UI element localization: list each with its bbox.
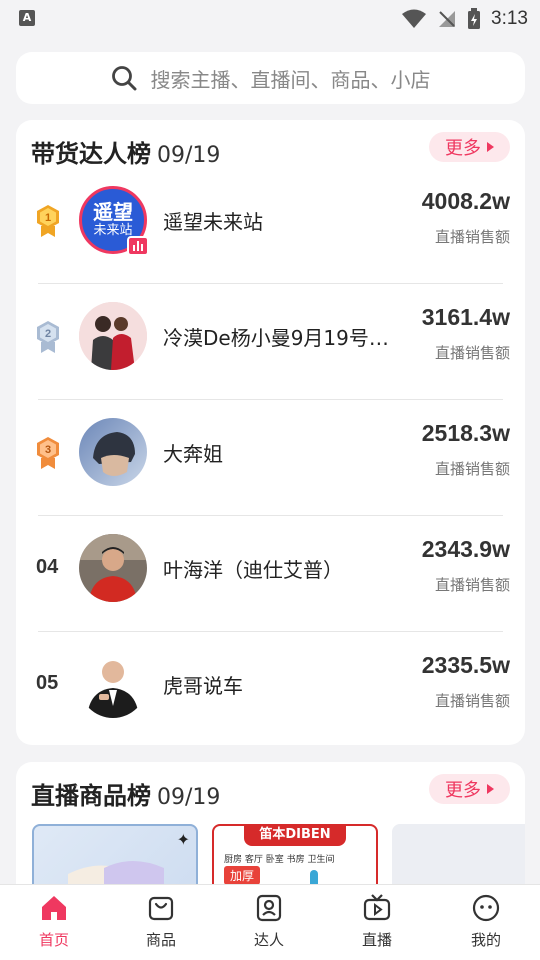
product-board-title: 直播商品榜 09/19 <box>31 782 221 810</box>
product-subtext: 厨房 客厅 卧室 书房 卫生间 <box>224 855 335 865</box>
play-arrow-icon <box>487 142 494 152</box>
product-brand-banner: 笛本DIBEN <box>244 824 346 846</box>
ranking-row[interactable]: 3 大奔姐 2518.3w 直播销售额 <box>16 400 525 516</box>
product-tag: 加厚 <box>224 866 261 885</box>
avatar[interactable] <box>79 650 147 718</box>
status-icons: 3:13 <box>401 6 528 32</box>
nav-label: 首页 <box>38 931 69 949</box>
status-bar: A 3:13 <box>0 0 540 38</box>
seller-board-title: 带货达人榜 09/19 <box>31 140 221 168</box>
search-icon <box>111 66 136 91</box>
notification-app-icon: A <box>19 10 35 26</box>
seller-name: 遥望未来站 <box>163 210 263 234</box>
home-icon <box>42 896 66 920</box>
sales-amount: 2518.3w <box>421 420 510 446</box>
nav-profile[interactable]: 我的 <box>446 893 526 953</box>
bottom-nav: 首页 商品 达人 直播 我的 <box>0 884 540 960</box>
svg-text:3: 3 <box>45 444 51 456</box>
sales-amount-label: 直播销售额 <box>434 692 510 710</box>
sales-amount: 3161.4w <box>421 304 510 330</box>
play-arrow-icon <box>487 784 494 794</box>
sales-amount-label: 直播销售额 <box>434 460 510 478</box>
nav-label: 我的 <box>470 931 501 949</box>
product-board-more-button[interactable]: 更多 <box>429 774 510 804</box>
avatar-photo <box>79 302 147 370</box>
seller-name: 冷漠De杨小曼9月19号群… <box>163 326 401 350</box>
svg-text:1: 1 <box>45 212 51 224</box>
live-indicator-icon <box>127 236 149 256</box>
avatar-photo <box>79 534 147 602</box>
tv-play-icon <box>363 894 391 921</box>
sales-amount: 4008.2w <box>421 188 510 214</box>
nav-label: 商品 <box>145 931 176 949</box>
nav-label: 直播 <box>361 931 392 949</box>
nav-label: 达人 <box>253 931 284 949</box>
seller-name: 虎哥说车 <box>163 674 243 698</box>
seller-ranking-card: 带货达人榜 09/19 更多 1 遥望 未来站 遥望未来站 4008.2w 直播销… <box>16 120 525 745</box>
ranking-row[interactable]: 04 叶海洋（迪仕艾普） 2343.9w 直播销售额 <box>16 516 525 632</box>
ranking-row[interactable]: 2 冷漠De杨小曼9月19号群… 3161.4w 直播销售额 <box>16 284 525 400</box>
sparkle-icon: ✦ <box>176 830 190 849</box>
seller-board-more-button[interactable]: 更多 <box>429 132 510 162</box>
clock: 3:13 <box>491 8 528 29</box>
battery-charging-icon <box>468 8 481 29</box>
avatar-logo-subtext: 未来站 <box>93 223 133 238</box>
smile-face-icon <box>472 894 500 922</box>
search-input[interactable]: 搜索主播、直播间、商品、小店 <box>151 64 431 93</box>
avatar-logo-text: 遥望 <box>93 200 133 224</box>
silver-medal-icon: 2 <box>37 321 59 353</box>
bronze-medal-icon: 3 <box>37 437 59 469</box>
avatar[interactable] <box>79 302 147 370</box>
search-bar[interactable]: 搜索主播、直播间、商品、小店 <box>16 52 525 104</box>
nav-home[interactable]: 首页 <box>14 893 94 953</box>
no-signal-icon <box>439 11 456 27</box>
sales-amount-label: 直播销售额 <box>434 344 510 362</box>
person-card-icon <box>256 894 282 922</box>
avatar[interactable] <box>79 418 147 486</box>
bag-icon <box>148 896 174 921</box>
ranking-row[interactable]: 05 虎哥说车 2335.5w 直播销售额 <box>16 632 525 748</box>
nav-products[interactable]: 商品 <box>121 893 201 953</box>
seller-board-date: 09/19 <box>157 143 221 168</box>
nav-influencers[interactable]: 达人 <box>229 893 309 953</box>
avatar-photo <box>79 650 147 718</box>
ranking-row[interactable]: 1 遥望 未来站 遥望未来站 4008.2w 直播销售额 <box>16 168 525 284</box>
avatar[interactable] <box>79 534 147 602</box>
nav-live[interactable]: 直播 <box>337 893 417 953</box>
seller-name: 叶海洋（迪仕艾普） <box>163 558 343 582</box>
sales-amount: 2335.5w <box>421 652 510 678</box>
product-board-date: 09/19 <box>157 785 221 810</box>
rank-number: 04 <box>36 556 59 578</box>
wifi-icon <box>402 9 427 28</box>
rank-number: 05 <box>36 672 59 694</box>
avatar-photo <box>79 418 147 486</box>
sales-amount: 2343.9w <box>421 536 510 562</box>
svg-text:2: 2 <box>45 328 51 340</box>
seller-name: 大奔姐 <box>163 442 223 466</box>
sales-amount-label: 直播销售额 <box>434 576 510 594</box>
gold-medal-icon: 1 <box>37 205 59 237</box>
sales-amount-label: 直播销售额 <box>434 228 510 246</box>
